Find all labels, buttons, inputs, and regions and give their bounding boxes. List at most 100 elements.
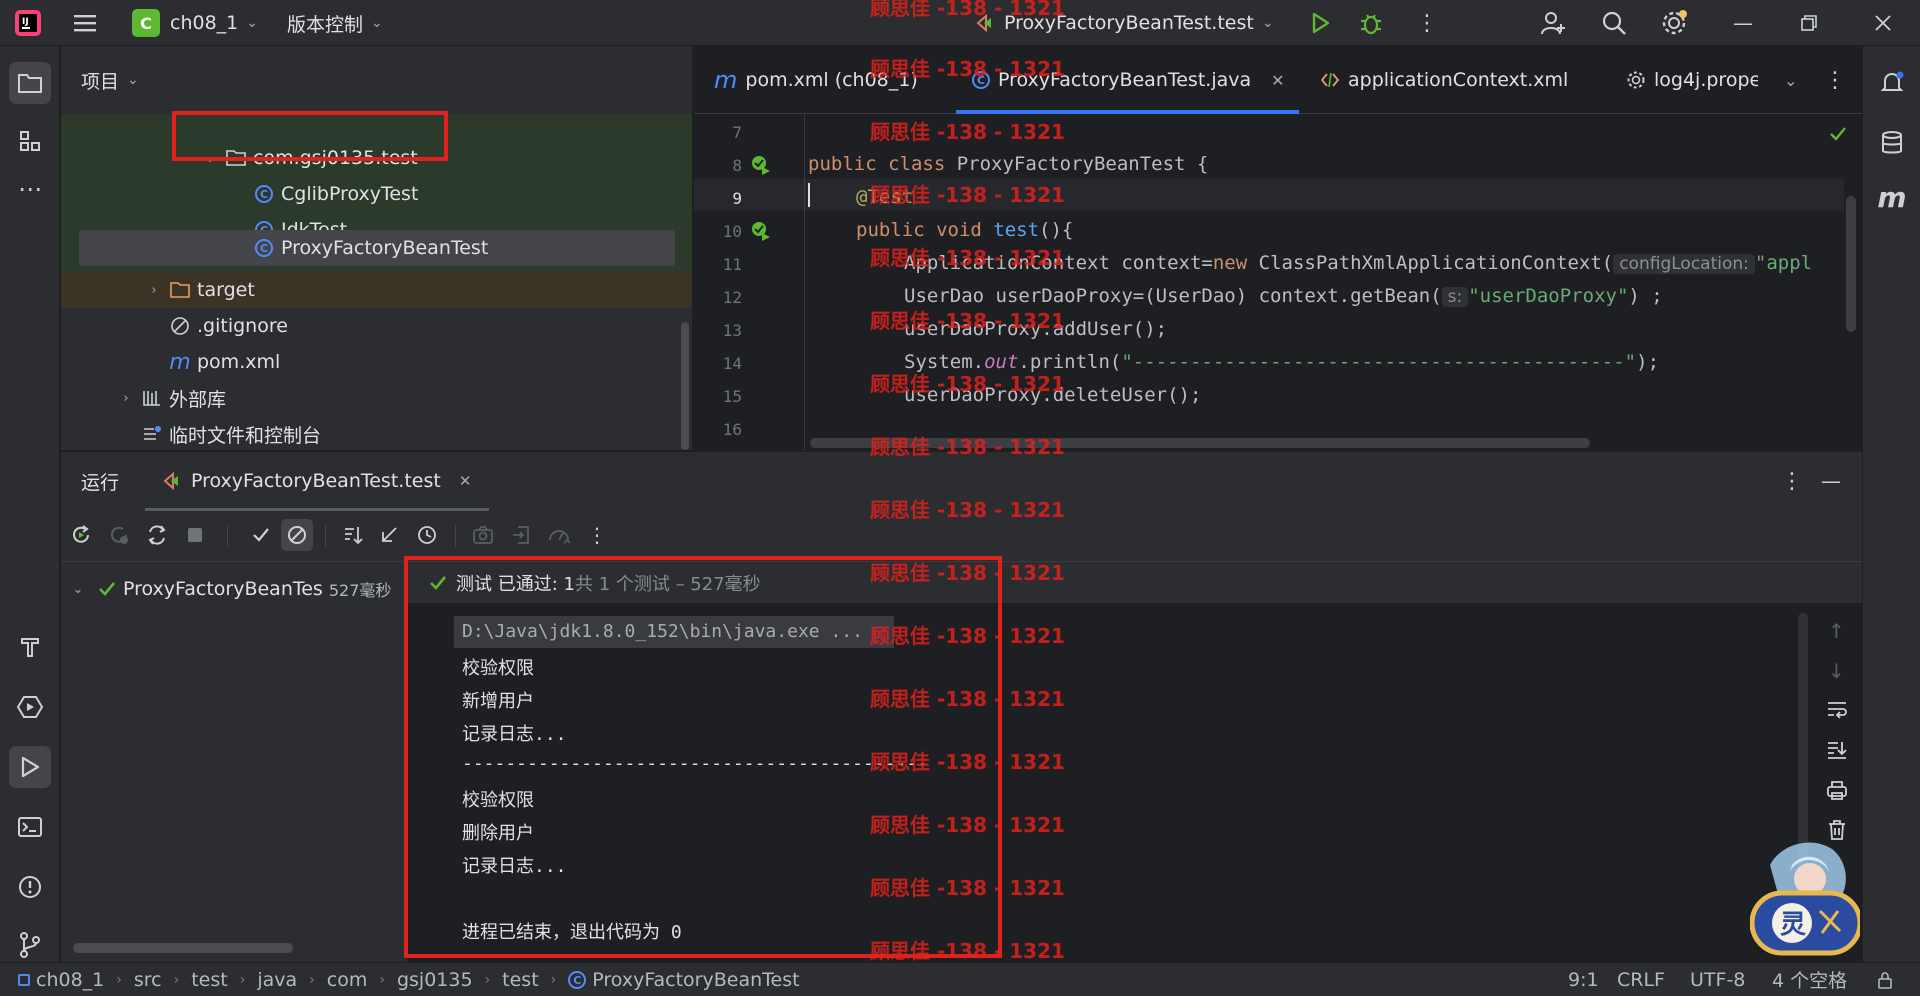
test-history-icon[interactable] (411, 519, 443, 551)
more-tools-icon[interactable]: ⋯ (9, 168, 51, 210)
collapse-all-icon[interactable] (373, 519, 405, 551)
breadcrumb-item[interactable]: ProxyFactoryBeanTest (592, 969, 799, 991)
watermark: 顾思佳 -138 - 1321 (870, 624, 1065, 648)
search-icon[interactable] (1601, 0, 1627, 46)
no-problems-check-icon[interactable] (1828, 124, 1848, 144)
tab-log4j[interactable]: log4j.prope (1626, 46, 1758, 114)
run-test-class-icon[interactable] (750, 154, 772, 176)
scroll-down-icon[interactable]: ↓ (1828, 659, 1845, 683)
tree-item-file[interactable]: m pom.xml (61, 344, 692, 380)
chevron-right-icon[interactable]: › (143, 283, 165, 298)
chevron-down-icon[interactable]: ⌄ (67, 582, 89, 597)
test-passed-icon (97, 579, 117, 599)
close-tab-icon[interactable]: ✕ (1271, 71, 1284, 90)
scroll-up-icon[interactable]: ↑ (1828, 619, 1845, 643)
hide-panel-icon[interactable]: — (1821, 469, 1841, 493)
tree-item-file[interactable]: .gitignore (61, 308, 692, 344)
build-tool-icon[interactable] (9, 626, 51, 668)
soft-wrap-icon[interactable] (1826, 699, 1848, 719)
chevron-down-icon: ⌄ (127, 72, 139, 88)
breadcrumb-item[interactable]: test (502, 969, 539, 991)
editor-vertical-scrollbar[interactable] (1846, 196, 1856, 332)
coverage-icon[interactable] (543, 519, 575, 551)
database-icon[interactable] (1871, 122, 1913, 164)
debug-icon[interactable] (1358, 0, 1384, 46)
maven-icon[interactable]: m (1871, 176, 1913, 218)
close-icon[interactable] (1874, 0, 1892, 46)
code-line[interactable]: public void test(){ (856, 219, 1073, 241)
tree-item-library[interactable]: › 外部库 (61, 380, 692, 416)
svg-text:IJ: IJ (22, 17, 29, 27)
tree-item-scratch[interactable]: 临时文件和控制台 (61, 416, 692, 450)
show-passed-icon[interactable] (245, 519, 277, 551)
rerun-icon[interactable] (65, 519, 97, 551)
problems-tool-icon[interactable] (9, 866, 51, 908)
file-encoding[interactable]: UTF-8 (1690, 969, 1745, 991)
code-line[interactable]: UserDao userDaoProxy=(UserDao) context.g… (904, 285, 1663, 307)
import-tests-icon[interactable] (505, 519, 537, 551)
breadcrumb-item[interactable]: ch08_1 (36, 969, 104, 991)
breadcrumb-item[interactable]: java (257, 969, 297, 991)
chevron-right-icon[interactable]: › (115, 391, 137, 406)
line-number: 16 (722, 420, 742, 439)
stop-icon[interactable] (179, 519, 211, 551)
test-tree-item[interactable]: ⌄ ProxyFactoryBeanTes 527毫秒 (61, 571, 407, 607)
minimize-icon[interactable]: — (1733, 0, 1753, 46)
project-switcher[interactable]: C ch08_1 ⌄ (132, 0, 258, 46)
breadcrumb-item[interactable]: gsj0135 (397, 969, 473, 991)
breadcrumb-item[interactable]: com (327, 969, 368, 991)
services-tool-icon[interactable] (9, 686, 51, 728)
settings-icon[interactable] (1660, 0, 1688, 46)
tree-item-class-selected[interactable]: C ProxyFactoryBeanTest (61, 230, 692, 266)
indent-setting[interactable]: 4 个空格 (1772, 966, 1847, 993)
watermark: 顾思佳 -138 - 1321 (870, 750, 1065, 774)
breadcrumb-item[interactable]: src (134, 969, 162, 991)
toggle-auto-test-icon[interactable] (141, 519, 173, 551)
structure-tool-icon[interactable] (9, 120, 51, 162)
tabs-more-icon[interactable]: ⋮ (1824, 46, 1846, 114)
tree-item-folder[interactable]: › target (61, 272, 692, 308)
project-tool-icon[interactable] (9, 62, 51, 104)
show-ignored-icon[interactable] (281, 519, 313, 551)
add-user-icon[interactable] (1540, 0, 1566, 46)
options-icon[interactable]: ⋮ (1781, 469, 1803, 494)
highlight-box-package (172, 111, 448, 161)
camera-icon[interactable] (467, 519, 499, 551)
tabs-dropdown-icon[interactable]: ⌄ (1784, 46, 1797, 114)
run-icon[interactable] (1308, 0, 1332, 46)
more-actions-icon[interactable]: ⋮ (1416, 0, 1438, 46)
code-line[interactable]: public class ProxyFactoryBeanTest { (808, 153, 1208, 175)
scroll-to-end-icon[interactable] (1826, 739, 1848, 761)
run-tool-icon[interactable] (9, 746, 51, 788)
chevron-down-icon: ⌄ (1261, 15, 1274, 31)
project-scrollbar[interactable] (681, 322, 689, 450)
lock-icon[interactable] (1876, 971, 1894, 989)
main-menu-icon[interactable] (72, 0, 98, 46)
rerun-failed-icon[interactable] (103, 519, 135, 551)
gear-icon (1626, 70, 1646, 90)
print-icon[interactable] (1826, 779, 1848, 801)
close-tab-icon[interactable]: ✕ (459, 472, 472, 490)
watermark: 顾思佳 -138 - 1321 (870, 939, 1065, 963)
restore-icon[interactable] (1800, 0, 1818, 46)
run-tab[interactable]: ProxyFactoryBeanTest.test ✕ (161, 451, 471, 511)
notifications-icon[interactable] (1871, 62, 1913, 104)
project-panel-header[interactable]: 项目 ⌄ (61, 46, 692, 114)
line-number: 12 (722, 288, 742, 307)
tree-item-class[interactable]: C CglibProxyTest (61, 176, 692, 212)
terminal-tool-icon[interactable] (9, 806, 51, 848)
app-logo-icon[interactable]: IJ (14, 0, 42, 46)
line-separator[interactable]: CRLF (1617, 969, 1665, 991)
caret-position[interactable]: 9:1 (1568, 969, 1599, 991)
module-icon (18, 974, 30, 986)
more-actions-icon[interactable]: ⋮ (581, 519, 613, 551)
test-tree-scrollbar[interactable] (73, 943, 293, 953)
vcs-menu[interactable]: 版本控制 ⌄ (287, 0, 383, 46)
line-number: 11 (722, 255, 742, 274)
git-tool-icon[interactable] (9, 924, 51, 966)
sort-alpha-icon[interactable] (337, 519, 369, 551)
run-test-method-icon[interactable] (750, 220, 772, 242)
tab-applicationcontext[interactable]: applicationContext.xml (1320, 46, 1568, 114)
library-icon (141, 387, 163, 409)
breadcrumb-item[interactable]: test (191, 969, 228, 991)
